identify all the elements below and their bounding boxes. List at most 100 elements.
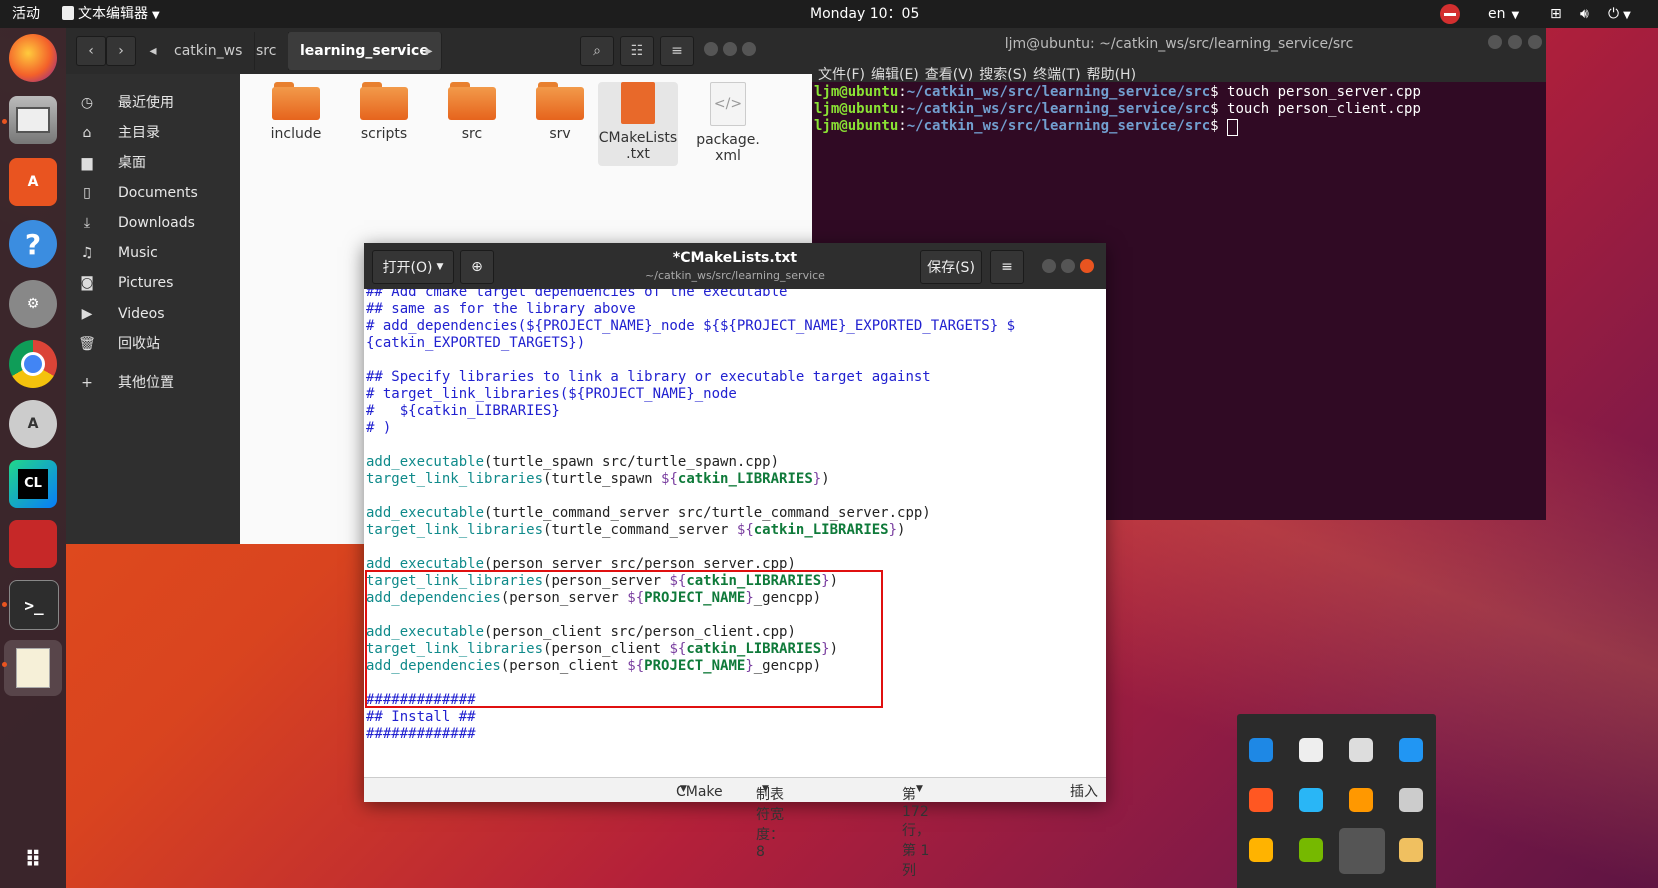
sidebar-item[interactable]: + 其他位置 [66, 368, 240, 398]
media-icon[interactable] [1249, 788, 1273, 812]
close-button[interactable] [1528, 35, 1542, 49]
bookmark-icon[interactable] [1339, 828, 1385, 874]
minimize-button[interactable] [704, 42, 718, 56]
minimize-button[interactable] [1042, 259, 1056, 273]
power-icon[interactable]: ⏻ ▼ [1608, 0, 1631, 28]
terminal-menu-item[interactable]: 搜索(S) [979, 67, 1027, 83]
forward-button[interactable]: › [106, 36, 136, 66]
view-toggle-icon[interactable]: ☷ [620, 36, 654, 66]
folder-item[interactable]: include [256, 82, 336, 142]
breadcrumb-src[interactable]: src [244, 32, 290, 70]
editor-header: 打开(O) ▼ ⊕ *CMakeLists.txt ~/catkin_ws/src… [364, 243, 1106, 289]
firefox-icon[interactable] [9, 34, 57, 82]
terminal-menu-item[interactable]: 文件(F) [818, 67, 865, 83]
search-icon[interactable]: ⌕ [580, 36, 614, 66]
editor-statusbar: CMake ▼ 制表符宽度：8 ▼ 第 172 行，第 1 列 ▼ 插入 [364, 777, 1106, 879]
top-bar: 活动 文本编辑器 ▼ Monday 10：05 en ▼ ⊞ 🔊︎ ⏻ ▼ [0, 0, 1658, 28]
breadcrumb-learning-service[interactable]: learning_service [288, 32, 442, 70]
save-button[interactable]: 保存(S) [920, 250, 982, 284]
sidebar-item[interactable]: 🗑︎ 回收站 [66, 329, 240, 359]
terminal-menu-item[interactable]: 帮助(H) [1087, 67, 1136, 83]
download-icon: ⤓ [83, 215, 91, 231]
terminal-header: ljm@ubuntu: ~/catkin_ws/src/learning_ser… [812, 28, 1546, 83]
terminal-menu-item[interactable]: 查看(V) [925, 67, 974, 83]
search-icon[interactable] [1349, 788, 1373, 812]
folder-item[interactable]: srv [520, 82, 600, 142]
code-line: add_executable(turtle_command_server src… [366, 505, 931, 521]
sidebar-item[interactable]: ◷ 最近使用 [66, 88, 240, 118]
sidebar-item-label: Documents [118, 185, 198, 201]
code-line: target_link_libraries(turtle_command_ser… [366, 522, 906, 538]
task-icon[interactable] [1299, 788, 1323, 812]
apps-grid-icon[interactable]: ⠿ [9, 836, 57, 884]
help-icon[interactable]: ? [9, 220, 57, 268]
breadcrumb-catkin-ws[interactable]: catkin_ws [162, 32, 256, 70]
minimize-button[interactable] [1488, 35, 1502, 49]
sidebar-item-label: Music [118, 245, 158, 261]
updater-icon[interactable]: A [9, 400, 57, 448]
sidebar-item[interactable]: ▶ Videos [66, 299, 240, 329]
desktop-icon: ▆ [81, 155, 93, 171]
security-shield-icon[interactable] [1249, 838, 1273, 862]
remote-icon[interactable] [9, 520, 57, 568]
code-line: ## same as for the library above [366, 301, 636, 317]
settings-icon[interactable]: ⚙ [9, 280, 57, 328]
maximize-button[interactable] [1508, 35, 1522, 49]
sidebar-item-label: Videos [118, 306, 165, 322]
no-entry-icon[interactable] [1440, 4, 1460, 24]
text-file-icon [621, 82, 655, 124]
sidebar-item-label: 主目录 [118, 125, 160, 141]
plus-icon: + [81, 375, 93, 391]
terminal-menu-item[interactable]: 编辑(E) [871, 67, 919, 83]
back-button[interactable]: ‹ [76, 36, 106, 66]
terminal-menu-item[interactable]: 终端(T) [1033, 67, 1080, 83]
maximize-button[interactable] [723, 42, 737, 56]
folder-item[interactable]: src [432, 82, 512, 142]
activities-button[interactable]: 活动 [12, 0, 40, 28]
linux-penguin-icon[interactable] [1399, 788, 1423, 812]
app-menu[interactable]: 文本编辑器 ▼ [62, 0, 160, 28]
close-button[interactable] [1080, 259, 1094, 273]
sidebar-item[interactable]: ⤓ Downloads [66, 208, 240, 238]
code-line: target_link_libraries(turtle_spawn ${cat… [366, 471, 830, 487]
nvidia-icon[interactable] [1299, 838, 1323, 862]
home-icon: ⌂ [82, 125, 92, 141]
sidebar-item[interactable]: ⌂ 主目录 [66, 118, 240, 148]
terminal-icon[interactable]: >_ [9, 580, 59, 630]
menu-icon[interactable]: ≡ [660, 36, 694, 66]
folder-icon [536, 82, 584, 120]
screen-share-icon[interactable] [1349, 738, 1373, 762]
window-icon[interactable] [1399, 838, 1423, 862]
maximize-button[interactable] [1061, 259, 1075, 273]
clion-icon[interactable]: CL [9, 460, 57, 508]
hamburger-menu-icon[interactable]: ≡ [990, 250, 1024, 284]
feather-icon[interactable] [1399, 738, 1423, 762]
music-icon: ♫ [80, 245, 94, 261]
file-item[interactable]: </> package. xml [688, 82, 768, 164]
clock[interactable]: Monday 10：05 [810, 0, 919, 28]
network-icon[interactable]: ⊞ [1550, 0, 1562, 28]
volume-icon[interactable]: 🔊︎ [1580, 0, 1589, 28]
video-icon: ▶ [81, 306, 93, 322]
sidebar-item[interactable]: ♫ Music [66, 238, 240, 268]
sidebar-item-label: Pictures [118, 275, 174, 291]
shield-warning-icon[interactable] [1299, 738, 1323, 762]
text-editor-icon[interactable] [4, 640, 62, 696]
chrome-icon[interactable] [9, 340, 57, 388]
sidebar-item[interactable]: ▯ Documents [66, 178, 240, 208]
sidebar-item-label: 其他位置 [118, 375, 174, 391]
code-line: ############# [366, 726, 476, 742]
folder-item[interactable]: scripts [344, 82, 424, 142]
files-icon[interactable] [9, 96, 57, 144]
file-item[interactable]: CMakeLists .txt [598, 82, 678, 166]
language-indicator[interactable]: en ▼ [1488, 0, 1519, 28]
caret-down-icon: ▼ [762, 784, 769, 794]
sidebar-item[interactable]: ◙ Pictures [66, 268, 240, 298]
path-right-arrow[interactable]: ▸ [422, 36, 436, 66]
bluetooth-icon[interactable] [1249, 738, 1273, 762]
close-button[interactable] [742, 42, 756, 56]
sidebar-item[interactable]: ▆ 桌面 [66, 148, 240, 178]
software-icon[interactable]: A [9, 158, 57, 206]
path-left-arrow[interactable]: ◂ [146, 36, 160, 66]
file-name-line: .txt [626, 146, 650, 162]
